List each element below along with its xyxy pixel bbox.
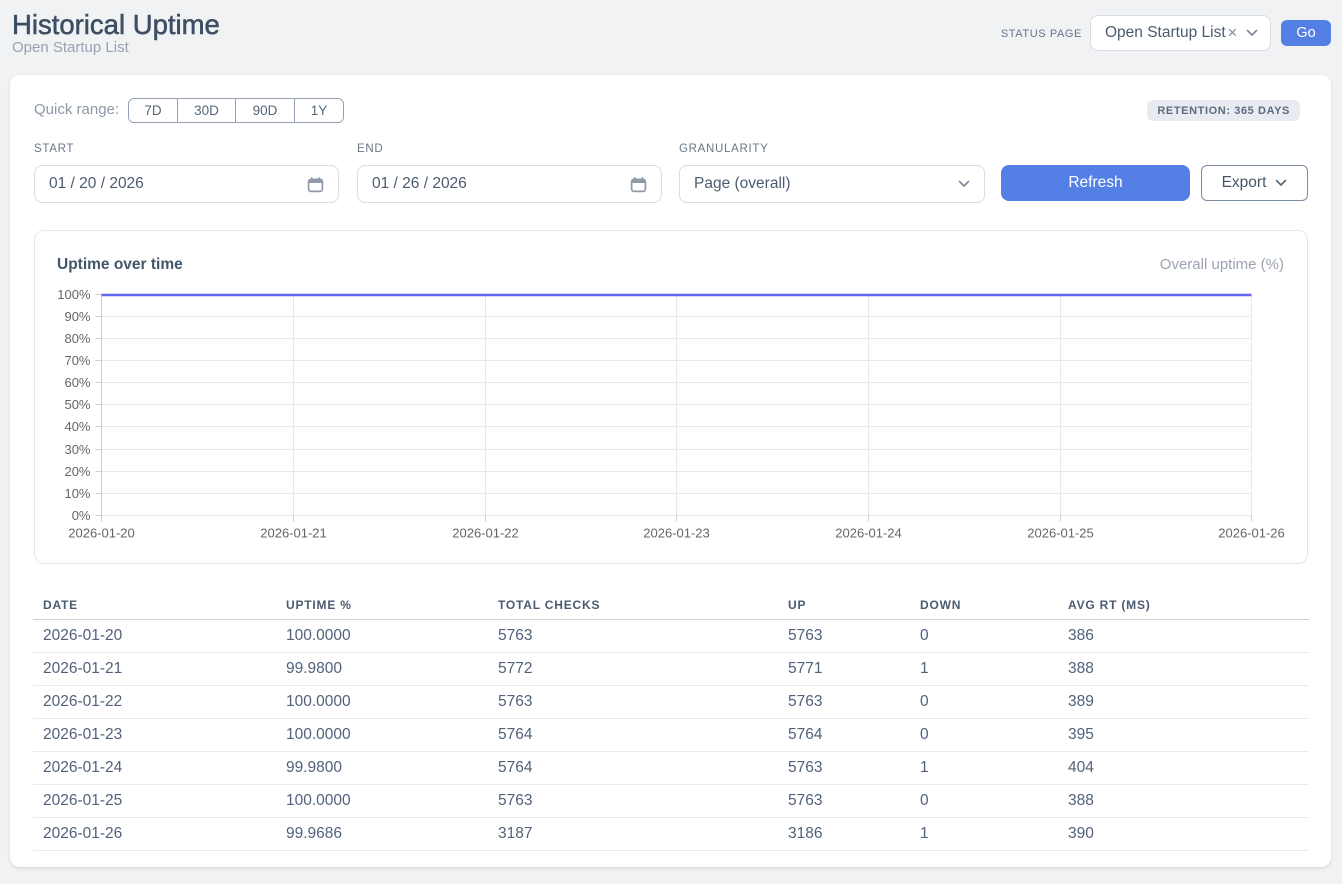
svg-text:60%: 60% [64,375,90,390]
svg-text:50%: 50% [64,397,90,412]
svg-text:30%: 30% [64,442,90,457]
svg-text:2026-01-20: 2026-01-20 [68,526,135,541]
svg-text:80%: 80% [64,331,90,346]
svg-text:70%: 70% [64,353,90,368]
svg-text:2026-01-24: 2026-01-24 [835,526,902,541]
svg-text:100%: 100% [57,287,91,302]
svg-text:2026-01-23: 2026-01-23 [643,526,710,541]
svg-text:10%: 10% [64,486,90,501]
svg-text:2026-01-25: 2026-01-25 [1027,526,1094,541]
svg-text:40%: 40% [64,419,90,434]
svg-text:20%: 20% [64,464,90,479]
svg-text:2026-01-26: 2026-01-26 [1218,526,1285,541]
svg-text:90%: 90% [64,309,90,324]
svg-text:2026-01-22: 2026-01-22 [452,526,519,541]
svg-text:0%: 0% [72,508,91,523]
svg-text:2026-01-21: 2026-01-21 [260,526,327,541]
